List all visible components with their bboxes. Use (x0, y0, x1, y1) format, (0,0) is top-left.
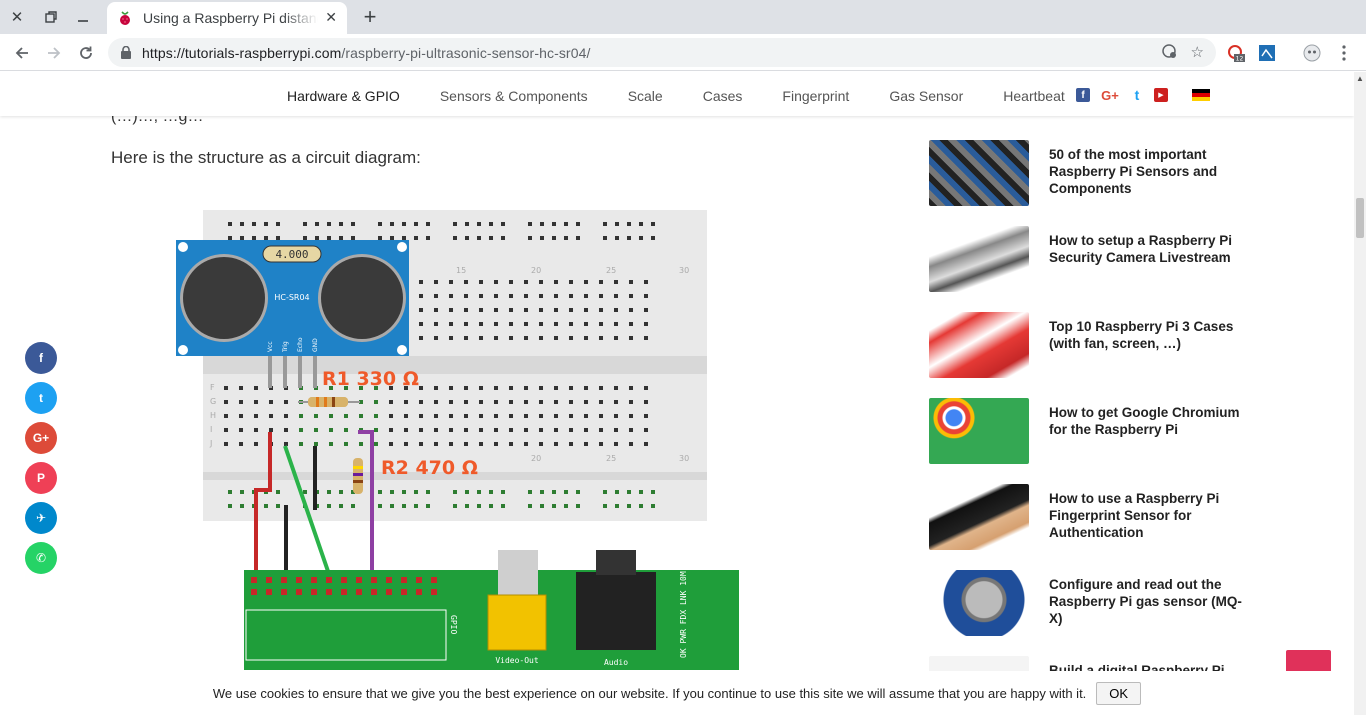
list-item[interactable]: How to get Google Chromium for the Raspb… (929, 398, 1249, 484)
cookie-text: We use cookies to ensure that we give yo… (212, 685, 1087, 701)
url-host: https://tutorials-raspberrypi.com (142, 44, 342, 61)
lock-icon (121, 46, 131, 59)
new-tab-icon[interactable]: + (358, 4, 382, 29)
svg-text:30: 30 (679, 454, 689, 463)
extension-icon[interactable] (1257, 43, 1277, 63)
svg-text:25: 25 (606, 266, 616, 275)
svg-text:Vcc: Vcc (267, 341, 274, 352)
bookmark-star-icon[interactable]: ☆ (1191, 43, 1204, 63)
forward-icon[interactable] (42, 41, 66, 65)
nav-item-sensors-components[interactable]: Sensors & Components (440, 88, 588, 104)
svg-text:HC-SR04: HC-SR04 (274, 293, 309, 302)
svg-text:Trig: Trig (282, 341, 289, 353)
profile-avatar-icon[interactable] (1302, 43, 1322, 63)
nav-item-fingerprint[interactable]: Fingerprint (782, 88, 849, 104)
minimize-window-icon[interactable] (72, 6, 94, 28)
circuit-diagram: 15 20 25 30 20 25 30 F G H I J 4.000 HC-… (176, 210, 739, 670)
url-path: /raspberry-pi-ultrasonic-sensor-hc-sr04/ (341, 44, 591, 61)
sidebar-related-posts: 50 of the most important Raspberry Pi Se… (929, 140, 1249, 715)
svg-text:G: G (210, 397, 216, 406)
post-title-link[interactable]: How to setup a Raspberry Pi Security Cam… (1049, 226, 1249, 266)
share-twitter-button[interactable]: t (25, 382, 57, 414)
post-title-link[interactable]: 50 of the most important Raspberry Pi Se… (1049, 140, 1249, 197)
cookie-banner: We use cookies to ensure that we give yo… (0, 671, 1354, 715)
cookie-ok-button[interactable]: OK (1096, 681, 1142, 705)
svg-text:20: 20 (531, 266, 541, 275)
share-pocket-button[interactable]: P (25, 462, 57, 494)
post-thumbnail[interactable] (929, 398, 1029, 464)
svg-text:F: F (210, 383, 215, 392)
nav-item-cases[interactable]: Cases (703, 88, 743, 104)
post-title-link[interactable]: How to get Google Chromium for the Raspb… (1049, 398, 1249, 438)
menu-kebab-icon[interactable] (1334, 43, 1354, 63)
tab-close-icon[interactable]: ✕ (325, 9, 337, 26)
svg-text:I: I (210, 425, 212, 434)
web-page: Hardware & GPIO Sensors & Components Scale… (0, 72, 1354, 715)
raspberry-favicon-icon (120, 11, 130, 25)
svg-text:OK PWR FDX LNK 10M: OK PWR FDX LNK 10M (679, 571, 688, 658)
extension-badge-icon[interactable]: 12 (1226, 43, 1246, 63)
browser-toolbar: https://tutorials-raspberrypi.com/raspbe… (0, 34, 1366, 71)
nav-item-gas-sensor[interactable]: Gas Sensor (889, 88, 963, 104)
svg-text:12: 12 (1236, 56, 1244, 63)
svg-text:20: 20 (531, 454, 541, 463)
list-item[interactable]: 50 of the most important Raspberry Pi Se… (929, 140, 1249, 226)
svg-text:4.000: 4.000 (275, 248, 308, 261)
german-flag-icon[interactable] (1192, 89, 1210, 101)
svg-text:GPIO: GPIO (449, 615, 458, 634)
nav-social-links: f G+ t ▶ (1076, 87, 1210, 103)
svg-text:R2 470 Ω: R2 470 Ω (381, 457, 478, 479)
post-title-link[interactable]: Top 10 Raspberry Pi 3 Cases (with fan, s… (1049, 312, 1249, 352)
back-icon[interactable] (10, 41, 34, 65)
svg-text:30: 30 (679, 266, 689, 275)
nav-item-hardware-gpio[interactable]: Hardware & GPIO (287, 88, 400, 104)
svg-text:H: H (210, 411, 216, 420)
post-thumbnail[interactable] (929, 484, 1029, 550)
share-telegram-button[interactable]: ✈ (25, 502, 57, 534)
restore-window-icon[interactable] (40, 6, 62, 28)
nav-item-scale[interactable]: Scale (628, 88, 663, 104)
tab-strip: ✕ Using a Raspberry Pi distance sensor ✕… (0, 0, 1366, 34)
svg-text:GND: GND (312, 338, 319, 352)
svg-text:J: J (209, 439, 212, 448)
article-paragraph: Here is the structure as a circuit diagr… (111, 148, 421, 167)
post-thumbnail[interactable] (929, 140, 1029, 206)
svg-text:15: 15 (456, 266, 466, 275)
svg-text:Audio: Audio (604, 658, 628, 667)
nav-item-heartbeat[interactable]: Heartbeat (1003, 88, 1064, 104)
list-item[interactable]: How to setup a Raspberry Pi Security Cam… (929, 226, 1249, 312)
post-thumbnail[interactable] (929, 312, 1029, 378)
share-google-plus-button[interactable]: G+ (25, 422, 57, 454)
tab-title: Using a Raspberry Pi distance sensor (143, 10, 318, 26)
svg-text:Video-Out: Video-Out (495, 656, 539, 665)
reload-icon[interactable] (74, 41, 98, 65)
camera-blocked-icon[interactable] (1161, 43, 1177, 63)
list-item[interactable]: How to use a Raspberry Pi Fingerprint Se… (929, 484, 1249, 570)
twitter-icon[interactable]: t (1130, 87, 1144, 103)
browser-tab[interactable]: Using a Raspberry Pi distance sensor ✕ (107, 2, 347, 34)
svg-text:R1 330 Ω: R1 330 Ω (322, 368, 419, 390)
address-bar[interactable]: https://tutorials-raspberrypi.com/raspbe… (108, 38, 1216, 67)
youtube-icon[interactable]: ▶ (1154, 88, 1168, 102)
list-item[interactable]: Configure and read out the Raspberry Pi … (929, 570, 1249, 656)
post-thumbnail[interactable] (929, 570, 1029, 636)
share-whatsapp-button[interactable]: ✆ (25, 542, 57, 574)
share-facebook-button[interactable]: f (25, 342, 57, 374)
page-scrollbar[interactable]: ▲ (1354, 72, 1366, 715)
google-plus-icon[interactable]: G+ (1100, 88, 1120, 103)
site-navigation: Hardware & GPIO Sensors & Components Scale… (0, 72, 1354, 116)
post-title-link[interactable]: Configure and read out the Raspberry Pi … (1049, 570, 1249, 627)
svg-text:25: 25 (606, 454, 616, 463)
svg-text:Echo: Echo (297, 337, 304, 352)
list-item[interactable]: Top 10 Raspberry Pi 3 Cases (with fan, s… (929, 312, 1249, 398)
close-window-icon[interactable]: ✕ (6, 6, 28, 28)
facebook-icon[interactable]: f (1076, 88, 1090, 102)
post-title-link[interactable]: How to use a Raspberry Pi Fingerprint Se… (1049, 484, 1249, 541)
post-thumbnail[interactable] (929, 226, 1029, 292)
scrollbar-thumb[interactable] (1356, 198, 1364, 238)
